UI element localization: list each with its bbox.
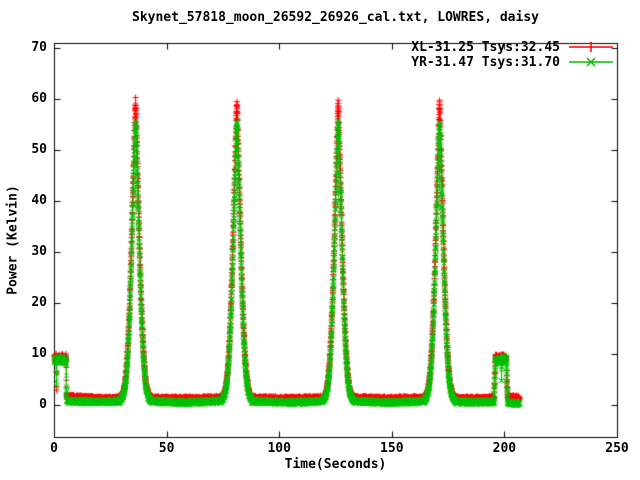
y-tick-label: 70	[31, 40, 47, 56]
legend-entry-xl: XL-31.25 Tsys:32.45	[411, 39, 614, 55]
y-tick-label: 60	[31, 91, 47, 107]
y-tick-label: 30	[31, 244, 47, 260]
x-tick-label: 150	[380, 441, 404, 456]
legend-entry-yr: YR-31.47 Tsys:31.70	[411, 54, 614, 70]
x-tick-label: 200	[492, 441, 517, 456]
y-tick-label: 0	[39, 397, 47, 413]
legend: XL-31.25 Tsys:32.45 YR-31.47 Tsys:31.70	[411, 39, 614, 70]
y-tick-label: 20	[31, 295, 47, 311]
chart-title: Skynet_57818_moon_26592_26926_cal.txt, L…	[132, 10, 539, 25]
legend-label-xl: XL-31.25 Tsys:32.45	[411, 39, 560, 55]
legend-sample-plus-icon	[569, 42, 613, 52]
y-tick-label: 10	[31, 346, 47, 362]
x-tick-label: 50	[158, 441, 175, 456]
y-tick-label: 40	[31, 193, 47, 209]
legend-label-yr: YR-31.47 Tsys:31.70	[411, 54, 560, 70]
legend-sample-cross-icon	[569, 57, 613, 67]
plot-canvas	[0, 0, 640, 480]
x-tick-label: 100	[267, 441, 291, 456]
gnuplot-chart: Skynet_57818_moon_26592_26926_cal.txt, L…	[0, 0, 640, 480]
x-tick-label: 250	[605, 441, 629, 456]
y-tick-label: 50	[31, 142, 47, 158]
x-axis-label: Time(Seconds)	[284, 457, 387, 472]
x-tick-label: 0	[50, 441, 58, 456]
